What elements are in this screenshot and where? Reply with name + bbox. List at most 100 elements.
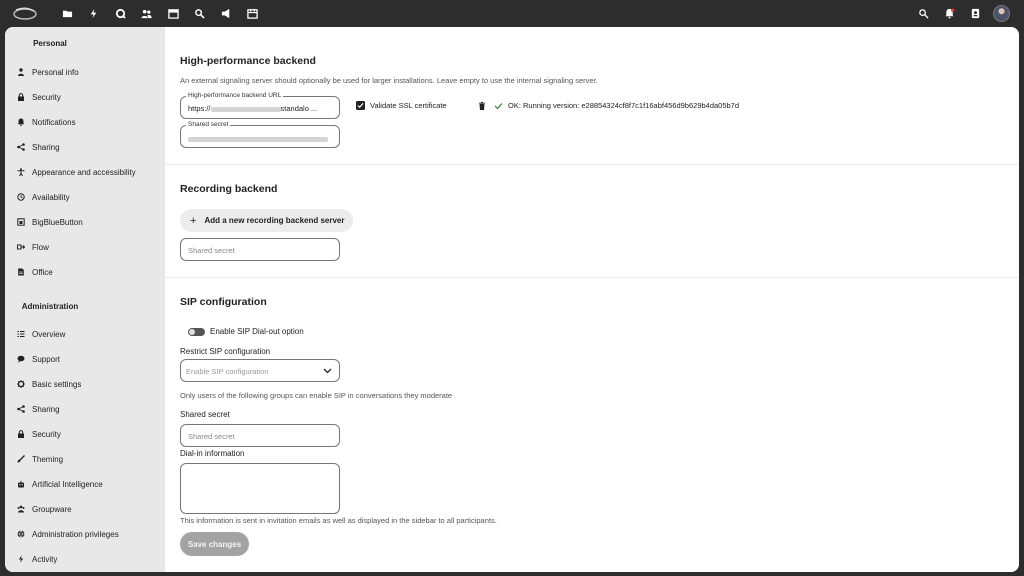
restrict-sip-placeholder: Enable SIP configuration bbox=[186, 367, 269, 376]
add-recording-label: Add a new recording backend server bbox=[204, 216, 345, 225]
announcements-icon[interactable] bbox=[213, 5, 240, 22]
sidebar-item-admin-security[interactable]: Security bbox=[16, 426, 162, 442]
user-menu[interactable] bbox=[988, 4, 1014, 22]
flow-icon bbox=[16, 242, 26, 252]
sidebar-item-admin-privileges[interactable]: Administration privileges bbox=[16, 526, 162, 542]
hpb-url-field[interactable]: High-performance backend URL https://sta… bbox=[180, 92, 340, 119]
sidebar-item-label: Groupware bbox=[32, 504, 72, 514]
notifications-icon[interactable] bbox=[936, 4, 962, 22]
sip-secret-placeholder: Shared secret bbox=[188, 432, 235, 441]
recording-secret-field[interactable]: Shared secret bbox=[180, 238, 340, 261]
sidebar-item-label: Security bbox=[32, 429, 61, 439]
hpb-url-label: High-performance backend URL bbox=[186, 92, 284, 99]
chevron-down-icon bbox=[323, 366, 332, 375]
sidebar-item-label: Overview bbox=[32, 329, 66, 339]
restrict-sip-select[interactable]: Enable SIP configuration bbox=[180, 359, 340, 382]
dialin-textarea[interactable] bbox=[180, 463, 340, 514]
sidebar-item-sharing[interactable]: Sharing bbox=[16, 139, 162, 155]
sidebar-item-office[interactable]: Office bbox=[16, 264, 162, 280]
sidebar-item-groupware[interactable]: Groupware bbox=[16, 501, 162, 517]
robot-icon bbox=[16, 479, 26, 489]
hpb-secret-field[interactable]: Shared secret bbox=[180, 121, 340, 148]
sidebar-item-support[interactable]: Support bbox=[16, 351, 162, 367]
sidebar-item-security[interactable]: Security bbox=[16, 89, 162, 105]
add-recording-backend-button[interactable]: + Add a new recording backend server bbox=[180, 209, 353, 232]
divider bbox=[165, 164, 1019, 165]
sip-secret-label: Shared secret bbox=[180, 410, 230, 419]
sidebar-item-availability[interactable]: Availability bbox=[16, 189, 162, 205]
restrict-sip-label: Restrict SIP configuration bbox=[180, 347, 271, 356]
sidebar-item-notifications[interactable]: Notifications bbox=[16, 114, 162, 130]
sidebar-item-appearance[interactable]: Appearance and accessibility bbox=[16, 164, 162, 180]
sip-secret-field[interactable]: Shared secret bbox=[180, 424, 340, 447]
app-frame: Personal Personal info Security Notifica… bbox=[5, 27, 1019, 572]
sip-dialout-label: Enable SIP Dial-out option bbox=[210, 327, 304, 336]
hpb-secret-label: Shared secret bbox=[186, 121, 231, 128]
contacts-icon[interactable] bbox=[134, 5, 161, 22]
talk-icon[interactable] bbox=[107, 5, 134, 22]
sidebar-item-activity[interactable]: Activity bbox=[16, 551, 162, 567]
brush-icon bbox=[16, 454, 26, 464]
gear-icon bbox=[16, 379, 26, 389]
recording-secret-placeholder: Shared secret bbox=[188, 246, 235, 255]
sidebar-item-label: Notifications bbox=[32, 117, 76, 127]
sidebar-item-basic-settings[interactable]: Basic settings bbox=[16, 376, 162, 392]
redacted-text bbox=[210, 106, 281, 112]
lock-icon bbox=[16, 92, 26, 102]
sidebar-item-label: Theming bbox=[32, 454, 64, 464]
calendar-icon[interactable] bbox=[160, 5, 187, 22]
validate-ssl-label: Validate SSL certificate bbox=[370, 101, 447, 110]
hpb-url-value: https://standalo ... bbox=[188, 104, 318, 113]
person-icon bbox=[16, 67, 26, 77]
sidebar-item-admin-sharing[interactable]: Sharing bbox=[16, 401, 162, 417]
save-changes-button[interactable]: Save changes bbox=[180, 532, 249, 556]
bell-icon bbox=[16, 117, 26, 127]
activity-icon[interactable] bbox=[81, 5, 108, 22]
delete-icon[interactable] bbox=[478, 101, 486, 110]
lock-icon bbox=[16, 429, 26, 439]
files-icon[interactable] bbox=[54, 5, 81, 22]
chat-icon bbox=[16, 354, 26, 364]
sidebar-item-label: Sharing bbox=[32, 142, 60, 152]
accessibility-icon bbox=[16, 167, 26, 177]
sidebar-item-label: Office bbox=[32, 267, 53, 277]
redacted-text bbox=[188, 136, 328, 142]
app-menu bbox=[54, 5, 266, 22]
overview-icon bbox=[16, 329, 26, 339]
sidebar-item-label: Activity bbox=[32, 554, 58, 564]
toggle-switch[interactable] bbox=[188, 327, 205, 336]
deck-icon[interactable] bbox=[240, 5, 267, 22]
sidebar-item-personal-info[interactable]: Personal info bbox=[16, 64, 162, 80]
sidebar-item-overview[interactable]: Overview bbox=[16, 326, 162, 342]
sip-title: SIP configuration bbox=[180, 296, 267, 308]
sidebar-item-bigbluebutton[interactable]: BigBlueButton bbox=[16, 214, 162, 230]
sidebar-item-label: Security bbox=[32, 92, 61, 102]
sidebar-item-ai[interactable]: Artificial Intelligence bbox=[16, 476, 162, 492]
avatar[interactable] bbox=[992, 4, 1010, 22]
check-icon bbox=[494, 102, 503, 110]
sidebar-item-label: Flow bbox=[32, 242, 49, 252]
sidebar-item-label: Artificial Intelligence bbox=[32, 479, 103, 489]
validate-ssl-checkbox[interactable]: Validate SSL certificate bbox=[356, 101, 447, 110]
contacts-menu-icon[interactable] bbox=[962, 4, 988, 22]
sip-dialout-toggle[interactable]: Enable SIP Dial-out option bbox=[188, 327, 304, 336]
nextcloud-logo[interactable] bbox=[12, 6, 38, 21]
restrict-sip-help: Only users of the following groups can e… bbox=[180, 391, 453, 400]
top-bar bbox=[0, 0, 1024, 27]
sidebar-item-flow[interactable]: Flow bbox=[16, 239, 162, 255]
hpb-title: High-performance backend bbox=[180, 55, 316, 67]
sidebar-item-label: BigBlueButton bbox=[32, 217, 83, 227]
sidebar-item-label: Support bbox=[32, 354, 61, 364]
sidebar-item-theming[interactable]: Theming bbox=[16, 451, 162, 467]
sidebar-item-label: Sharing bbox=[32, 404, 60, 414]
top-right-menu bbox=[910, 4, 1014, 22]
divider bbox=[165, 277, 1019, 278]
bigbluebutton-icon bbox=[16, 217, 26, 227]
globe-icon bbox=[16, 529, 26, 539]
groupware-icon bbox=[16, 504, 26, 514]
checkbox-checked-icon bbox=[356, 101, 365, 110]
sidebar-item-label: Personal info bbox=[32, 67, 79, 77]
search-apps-icon[interactable] bbox=[187, 5, 214, 22]
search-icon[interactable] bbox=[910, 4, 936, 22]
clock-icon bbox=[16, 192, 26, 202]
